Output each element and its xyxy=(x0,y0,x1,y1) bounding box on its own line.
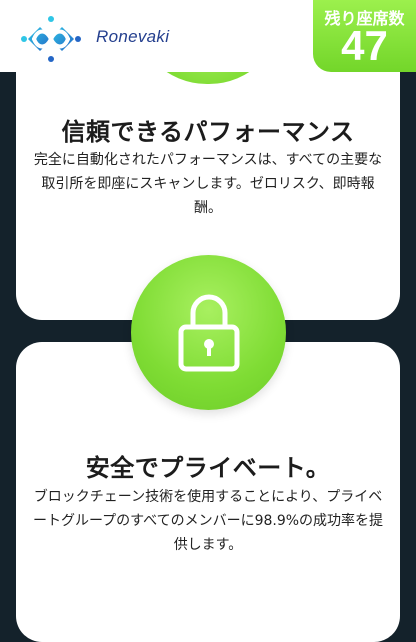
feature-title-security: 安全でプライベート。 xyxy=(85,454,331,482)
seats-count: 47 xyxy=(341,22,388,69)
feature-title-performance: 信頼できるパフォーマンス xyxy=(61,118,355,146)
padlock-icon xyxy=(178,294,240,372)
feature-description-security: ブロックチェーン技術を使用することにより、プライベートグループのすべてのメンバー… xyxy=(32,489,384,553)
seats-remaining-badge: 残り座席数 47 xyxy=(313,0,416,72)
feature-description-performance: 完全に自動化されたパフォーマンスは、すべての主要な取引所を即座にスキャンします。… xyxy=(33,152,383,216)
padlock-icon-circle xyxy=(131,255,286,410)
brand-name[interactable]: Ronevaki xyxy=(96,27,169,47)
ronevaki-logo-icon[interactable] xyxy=(18,13,84,65)
